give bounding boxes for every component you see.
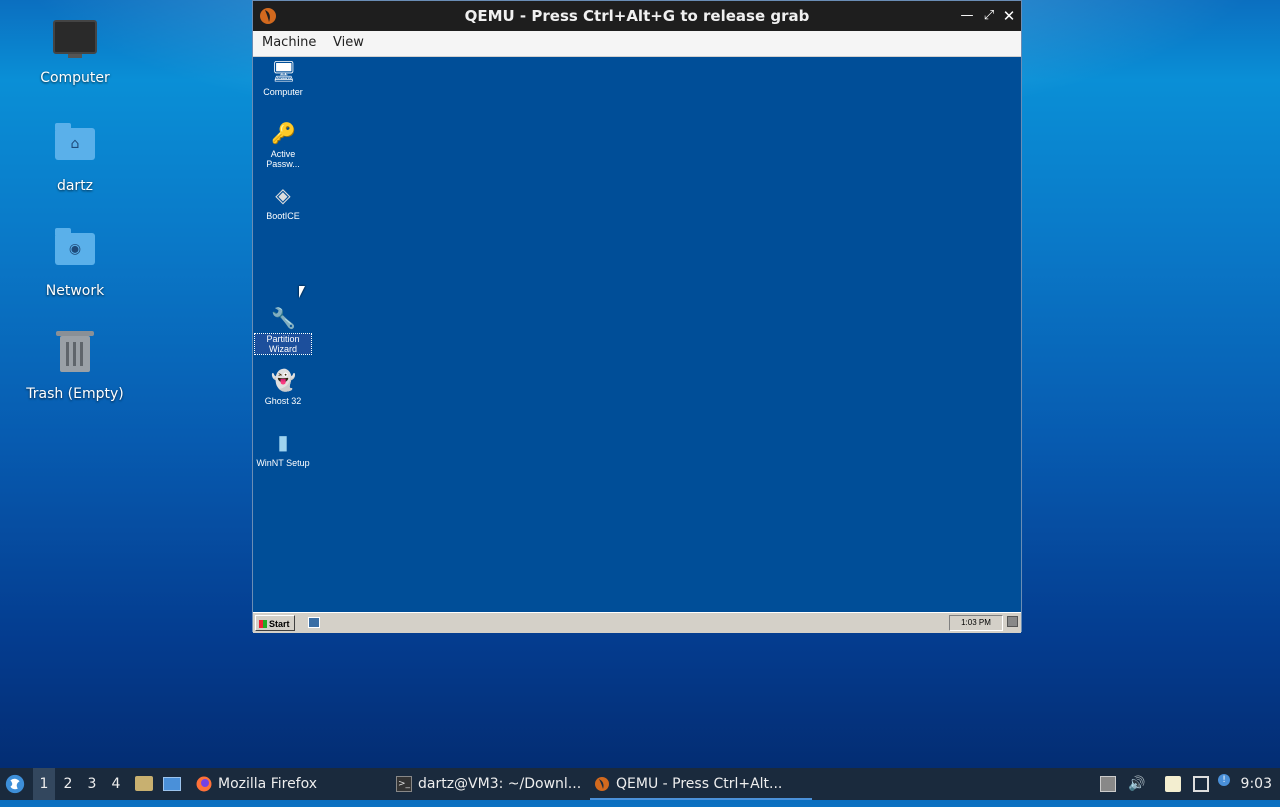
workspace-2[interactable]: 2 xyxy=(57,768,79,800)
guest-icon-label: Computer xyxy=(263,87,303,97)
partition-wizard-icon: 🔧 xyxy=(271,308,296,330)
computer-icon: 🖥 xyxy=(271,61,297,83)
menu-machine[interactable]: Machine xyxy=(262,35,316,50)
task-firefox[interactable]: Mozilla Firefox xyxy=(192,768,408,800)
maximize-button[interactable]: ⤢ xyxy=(979,6,999,26)
guest-desktop[interactable]: 🖥 Computer 🔑 Active Passw... ◈ BootICE 🔧… xyxy=(253,57,1021,633)
desktop-icon-network[interactable]: ◉ Network xyxy=(15,225,135,299)
desktop-icon-label: Network xyxy=(45,283,105,299)
task-terminal[interactable]: >_ dartz@VM3: ~/Downl... xyxy=(392,768,610,800)
menu-view[interactable]: View xyxy=(333,35,364,50)
menu-bar: Machine View xyxy=(253,31,1021,57)
workspace-3[interactable]: 3 xyxy=(81,768,103,800)
guest-clock[interactable]: 1:03 PM xyxy=(949,615,1003,631)
task-qemu[interactable]: QEMU - Press Ctrl+Alt... xyxy=(590,768,812,800)
task-label: dartz@VM3: ~/Downl... xyxy=(418,776,582,792)
task-label: Mozilla Firefox xyxy=(218,776,318,792)
guest-icon-partition-wizard[interactable]: 🔧 Partition Wizard xyxy=(254,307,312,355)
guest-tray-icon[interactable] xyxy=(1007,616,1018,627)
guest-icon-computer[interactable]: 🖥 Computer xyxy=(255,60,311,97)
desktop-icon xyxy=(163,777,181,791)
windows-flag-icon xyxy=(259,620,267,628)
setup-icon: ▮ xyxy=(277,432,289,454)
task-label: QEMU - Press Ctrl+Alt... xyxy=(616,776,783,792)
window-titlebar[interactable]: QEMU - Press Ctrl+Alt+G to release grab … xyxy=(253,1,1021,31)
show-desktop-icon[interactable] xyxy=(308,617,320,628)
minimize-button[interactable]: — xyxy=(957,6,977,26)
workspace-1[interactable]: 1 xyxy=(33,768,55,800)
desktop-icon-trash[interactable]: Trash (Empty) xyxy=(15,330,135,402)
taskbar-clock[interactable]: 9:03 xyxy=(1241,768,1272,800)
firefox-icon xyxy=(196,776,212,792)
mouse-cursor xyxy=(299,286,305,298)
close-button[interactable]: ✕ xyxy=(999,6,1019,26)
app-menu-icon xyxy=(5,774,25,794)
file-manager-launcher[interactable] xyxy=(134,768,154,800)
guest-icon-active-password[interactable]: 🔑 Active Passw... xyxy=(255,122,311,169)
trash-icon xyxy=(53,331,97,380)
guest-icon-label: Partition Wizard xyxy=(254,333,312,355)
host-taskbar: 1 2 3 4 Mozilla Firefox >_ dartz@VM3: ~/… xyxy=(0,768,1280,800)
app-menu-button[interactable] xyxy=(4,768,28,800)
desktop-icon-label: dartz xyxy=(56,178,94,194)
notification-icon[interactable]: ! xyxy=(1218,774,1230,786)
guest-icon-winnt-setup[interactable]: ▮ WinNT Setup xyxy=(255,431,311,468)
start-button[interactable]: Start xyxy=(255,615,295,631)
volume-icon[interactable]: 🔊 xyxy=(1128,776,1145,792)
start-label: Start xyxy=(269,619,290,629)
guest-icon-label: Active Passw... xyxy=(266,149,300,169)
network-icon[interactable] xyxy=(1193,776,1209,792)
guest-taskbar: Start 1:03 PM xyxy=(253,612,1021,633)
clipboard-icon[interactable] xyxy=(1165,776,1181,792)
qemu-window[interactable]: QEMU - Press Ctrl+Alt+G to release grab … xyxy=(252,0,1022,633)
terminal-icon: >_ xyxy=(396,776,412,792)
desktop-icon-label: Computer xyxy=(40,70,110,86)
guest-icon-label: WinNT Setup xyxy=(256,458,310,468)
window-title: QEMU - Press Ctrl+Alt+G to release grab xyxy=(464,7,810,25)
bootice-icon: ◈ xyxy=(275,185,291,207)
monitor-icon xyxy=(53,20,97,64)
desktop-icon-computer[interactable]: Computer xyxy=(15,16,135,86)
guest-icon-label: Ghost 32 xyxy=(264,396,302,406)
desktop-icon-dartz[interactable]: ⌂ dartz xyxy=(15,120,135,194)
desktop-icon-label: Trash (Empty) xyxy=(26,386,124,402)
key-icon: 🔑 xyxy=(271,123,296,145)
show-desktop-launcher[interactable] xyxy=(162,768,182,800)
file-manager-icon xyxy=(135,776,153,791)
workspace-4[interactable]: 4 xyxy=(105,768,127,800)
upload-tray-icon[interactable] xyxy=(1100,776,1116,792)
guest-icon-ghost[interactable]: 👻 Ghost 32 xyxy=(255,369,311,406)
guest-icon-bootice[interactable]: ◈ BootICE xyxy=(255,184,311,221)
network-folder-icon: ◉ xyxy=(53,228,97,277)
ghost-icon: 👻 xyxy=(271,370,296,392)
qemu-icon xyxy=(595,777,609,791)
home-folder-icon: ⌂ xyxy=(53,123,97,172)
guest-icon-label: BootICE xyxy=(266,211,300,221)
